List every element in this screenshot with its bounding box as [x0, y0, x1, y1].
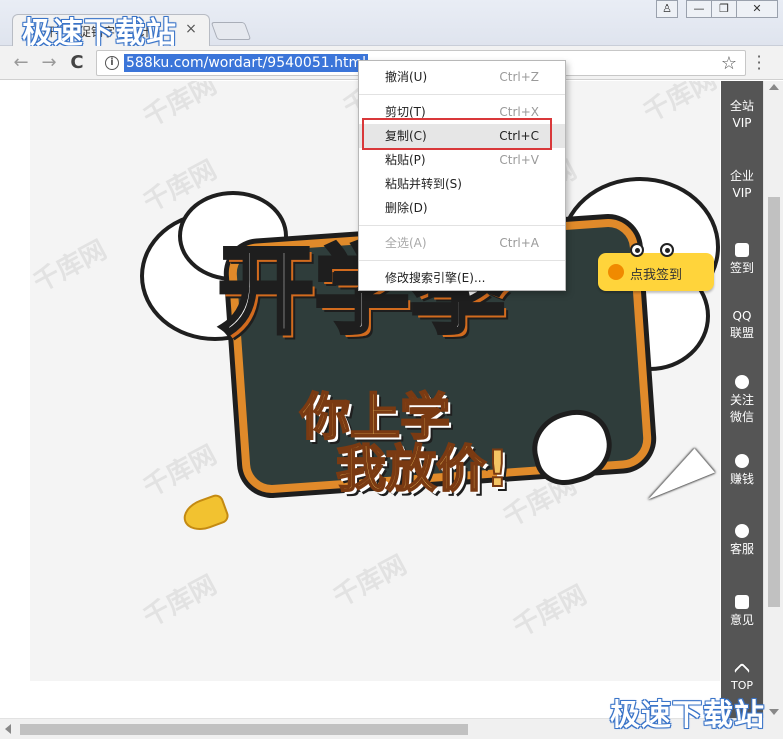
thumbs-up-icon: [735, 595, 749, 609]
poster-line2: 我放价!: [335, 439, 510, 499]
content-watermark: 千库网: [138, 440, 222, 504]
mascot-eyes-icon: [630, 243, 678, 259]
minimize-button[interactable]: —: [686, 0, 712, 18]
scroll-down-icon[interactable]: [769, 709, 779, 715]
sign-in-label: 点我签到: [630, 268, 683, 283]
chevron-up-icon: [733, 662, 751, 680]
user-profile-icon[interactable]: ♙: [656, 0, 678, 18]
site-watermark-bottom: 极速下载站: [610, 698, 765, 733]
menu-separator: [359, 94, 565, 95]
context-menu: 撤消(U) Ctrl+Z 剪切(T) Ctrl+X 复制(C) Ctrl+C 粘…: [358, 60, 566, 291]
content-watermark: 千库网: [138, 570, 222, 634]
sign-in-badge[interactable]: 点我签到: [598, 243, 714, 291]
new-tab-button[interactable]: [210, 22, 252, 40]
scroll-left-icon[interactable]: [5, 724, 11, 734]
scroll-up-icon[interactable]: [769, 84, 779, 90]
side-item-earn-money[interactable]: 赚钱: [721, 454, 763, 488]
menu-separator: [359, 225, 565, 226]
bookmark-star-icon[interactable]: ☆: [721, 53, 737, 74]
browser-menu-icon[interactable]: · · ·: [754, 49, 764, 77]
vertical-scroll-thumb[interactable]: [768, 197, 780, 607]
horizontal-scroll-thumb[interactable]: [20, 724, 468, 735]
coin-icon: [608, 264, 624, 280]
content-watermark: 千库网: [328, 550, 412, 614]
restore-button[interactable]: ❐: [711, 0, 737, 18]
url-text[interactable]: 588ku.com/wordart/9540051.html: [124, 54, 368, 72]
content-watermark: 千库网: [138, 81, 222, 134]
close-window-button[interactable]: ✕: [736, 0, 778, 18]
menu-separator: [359, 260, 565, 261]
scrollbar-corner: [763, 718, 783, 739]
money-bag-icon: [735, 454, 749, 468]
content-watermark: 千库网: [508, 580, 592, 644]
forward-arrow-icon[interactable]: →: [38, 52, 60, 74]
title-bar: 开学季促销字体设计 × ♙ — ❐ ✕ 极速下载站: [0, 0, 783, 51]
content-watermark: 千库网: [638, 81, 722, 129]
tab-close-icon[interactable]: ×: [183, 21, 199, 37]
menu-item-paste[interactable]: 粘贴(P) Ctrl+V: [359, 148, 565, 172]
side-item-follow-wechat[interactable]: 关注 微信: [721, 375, 763, 426]
site-info-icon[interactable]: i: [105, 56, 119, 70]
menu-item-paste-and-go[interactable]: 粘贴并转到(S): [359, 172, 565, 196]
back-arrow-icon[interactable]: ←: [10, 52, 32, 74]
vertical-scrollbar[interactable]: [763, 81, 783, 718]
menu-item-undo[interactable]: 撤消(U) Ctrl+Z: [359, 65, 565, 89]
side-item-sign-in[interactable]: 签到: [721, 243, 763, 277]
content-watermark: 千库网: [28, 235, 112, 299]
menu-item-select-all[interactable]: 全选(A) Ctrl+A: [359, 231, 565, 255]
side-item-feedback[interactable]: 意见: [721, 595, 763, 629]
copy-highlight-box: [362, 118, 552, 150]
headset-icon: [735, 524, 749, 538]
reload-icon[interactable]: C: [66, 52, 88, 74]
wechat-icon: [735, 375, 749, 389]
side-item-site-vip[interactable]: 全站 VIP: [721, 98, 763, 132]
menu-item-delete[interactable]: 删除(D): [359, 196, 565, 220]
side-item-enterprise-vip[interactable]: 企业 VIP: [721, 168, 763, 202]
side-item-qq-union[interactable]: QQ 联盟: [721, 308, 763, 342]
calendar-icon: [735, 243, 749, 257]
side-item-customer-service[interactable]: 客服: [721, 524, 763, 558]
menu-item-edit-search-engines[interactable]: 修改搜索引擎(E)...: [359, 266, 565, 290]
side-panel: 全站 VIP 企业 VIP 签到 QQ 联盟 关注 微信 赚钱 客服 意见 TO…: [721, 81, 763, 718]
